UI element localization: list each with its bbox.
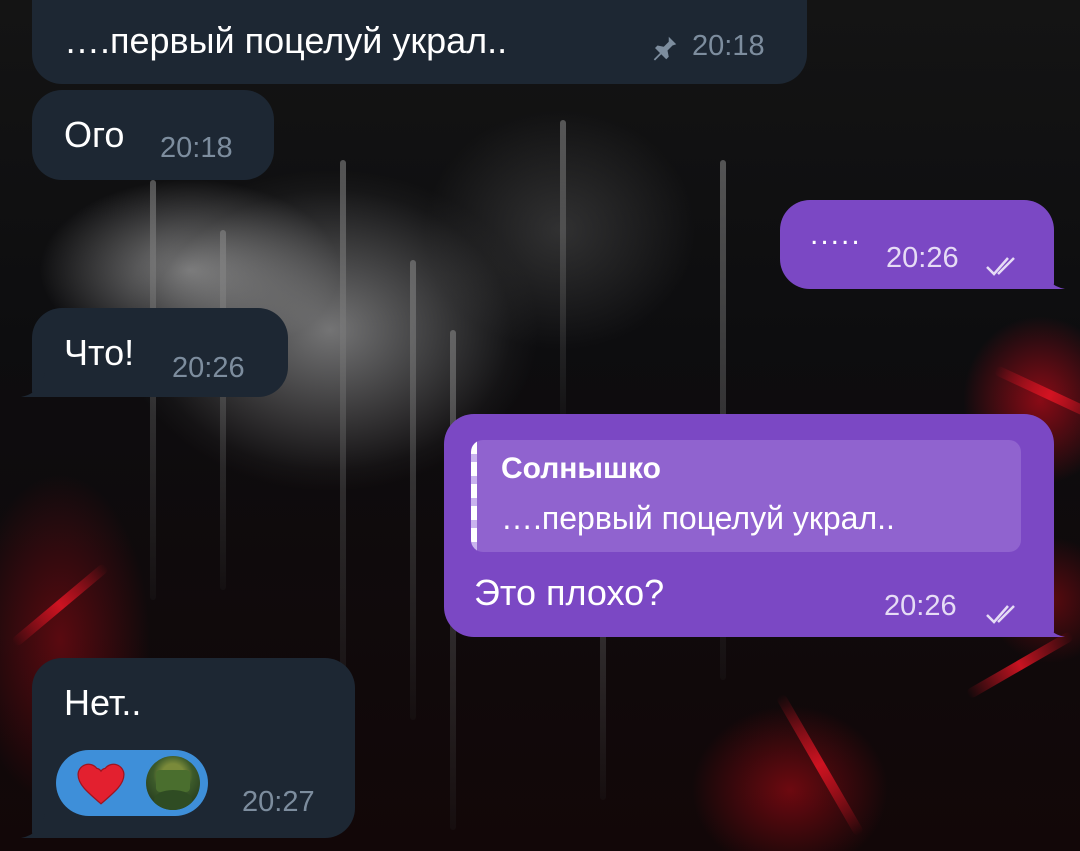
read-double-check-icon [984, 246, 1024, 288]
message-time: 20:26 [172, 352, 245, 384]
bubble-tail [21, 373, 45, 397]
pin-icon [650, 30, 680, 72]
message-text: Что! [64, 332, 135, 373]
bubble-tail [1041, 265, 1065, 289]
bubble-tail [21, 814, 45, 838]
reply-accent-bar [471, 440, 477, 552]
wallpaper-streak [965, 630, 1075, 700]
wallpaper-drip [340, 160, 346, 720]
incoming-message[interactable]: Нет.. 20:27 [21, 658, 355, 838]
heart-emoji-icon [76, 760, 126, 815]
reactor-avatar[interactable] [146, 756, 200, 810]
wallpaper-drip [220, 230, 226, 590]
wallpaper-streak [775, 693, 865, 837]
wallpaper-drip [410, 260, 416, 720]
message-text: Это плохо? [474, 572, 665, 613]
message-text: Ого [64, 114, 125, 155]
outgoing-message[interactable]: ..... 20:26 [780, 200, 1065, 289]
message-text: Нет.. [64, 682, 142, 723]
outgoing-reply-message[interactable]: Солнышко ….первый поцелуй украл.. Это пл… [444, 414, 1065, 637]
message-time: 20:18 [692, 30, 765, 62]
message-text: ….первый поцелуй украл.. [64, 20, 508, 61]
incoming-message[interactable]: ….первый поцелуй украл.. 20:18 [32, 0, 807, 84]
message-time: 20:26 [886, 242, 959, 274]
reaction-pill[interactable] [56, 750, 208, 816]
incoming-message[interactable]: Что! 20:26 [21, 308, 288, 397]
reply-quote[interactable]: Солнышко ….первый поцелуй украл.. [471, 440, 1021, 552]
reply-author: Солнышко [501, 452, 661, 485]
incoming-message[interactable]: Ого 20:18 [32, 90, 274, 180]
wallpaper-drip [560, 120, 566, 420]
message-text: ..... [810, 218, 862, 251]
reply-text: ….первый поцелуй украл.. [501, 500, 895, 536]
read-double-check-icon [984, 594, 1024, 636]
bubble-tail [1041, 613, 1065, 637]
wallpaper-streak [10, 562, 110, 648]
message-time: 20:18 [160, 132, 233, 164]
message-time: 20:26 [884, 590, 957, 622]
message-time: 20:27 [242, 786, 315, 818]
